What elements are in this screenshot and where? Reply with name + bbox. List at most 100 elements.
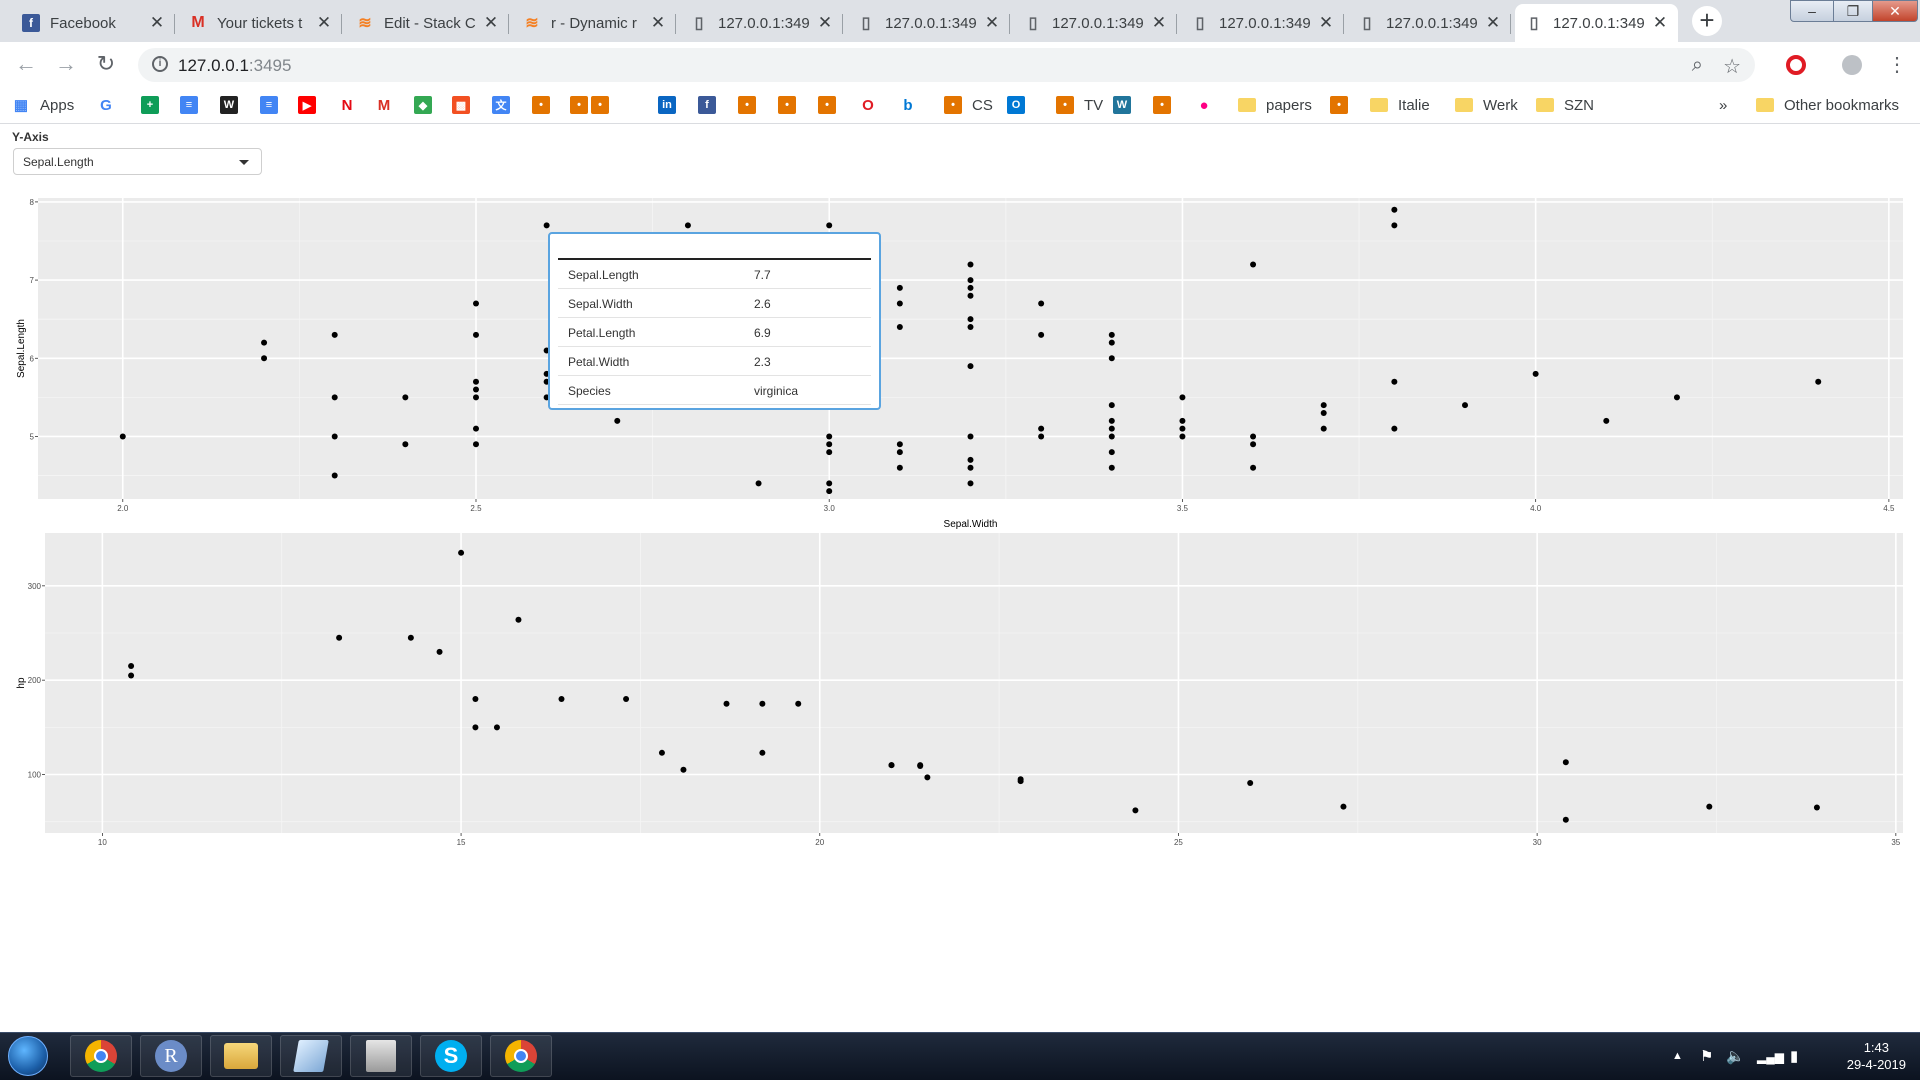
tab-8[interactable]: ▯ 127.0.0.1:349 ✕ [1348, 4, 1511, 42]
data-point [1815, 378, 1822, 385]
data-point [1391, 222, 1398, 229]
tab-4[interactable]: ▯ 127.0.0.1:349 ✕ [680, 4, 843, 42]
minimize-button[interactable]: – [1790, 0, 1834, 22]
bookmark-23[interactable]: O [1007, 95, 1025, 115]
bookmark-25[interactable]: W [1113, 95, 1131, 115]
tab-5[interactable]: ▯ 127.0.0.1:349 ✕ [847, 4, 1010, 42]
new-tab-button[interactable]: + [1692, 6, 1722, 36]
bookmark-10[interactable]: ▩ [452, 95, 470, 115]
mtcars-scatter-plot[interactable]: 10 15 20 25 30 35 100 200 300 mpg hp [0, 525, 1920, 855]
tab-close-icon[interactable]: ✕ [1151, 13, 1167, 33]
bookmark-16[interactable]: f [698, 95, 716, 115]
yaxis-select[interactable]: Sepal.Length [13, 148, 262, 175]
window-close-button[interactable]: ✕ [1872, 0, 1918, 22]
bookmark-6[interactable]: ▶ [298, 95, 316, 115]
start-button[interactable] [8, 1036, 48, 1076]
bookmark-5[interactable]: ≡ [260, 95, 278, 115]
data-point [1340, 803, 1347, 810]
data-point [623, 696, 630, 703]
bookmark-4[interactable]: W [220, 95, 238, 115]
bookmark-20[interactable]: O [859, 95, 877, 115]
bookmark-27[interactable]: ● [1195, 95, 1213, 115]
stackoverflow-icon: ≋ [358, 15, 372, 32]
volume-icon[interactable]: 🔈 [1726, 1047, 1745, 1065]
tab-close-icon[interactable]: ✕ [483, 13, 499, 33]
y-tick-label: 6 [30, 354, 35, 363]
bookmark-21[interactable]: b [899, 95, 917, 115]
taskbar-explorer[interactable] [210, 1035, 272, 1077]
bookmark-17[interactable]: • [738, 95, 756, 115]
taskbar-chrome2[interactable] [490, 1035, 552, 1077]
taskbar-notepad[interactable] [280, 1035, 342, 1077]
data-point [967, 284, 974, 291]
tab-7[interactable]: ▯ 127.0.0.1:349 ✕ [1181, 4, 1344, 42]
url-text[interactable]: 127.0.0.1:3495 [178, 56, 291, 76]
tab-close-icon[interactable]: ✕ [650, 13, 666, 33]
bookmark-3[interactable]: ≡ [180, 95, 198, 115]
taskbar-files[interactable] [350, 1035, 412, 1077]
other-bookmarks-label: Other bookmarks [1784, 96, 1900, 114]
network-icon[interactable]: ▂▄▆ [1757, 1050, 1784, 1064]
tab-separator [842, 14, 843, 34]
data-point [1132, 807, 1139, 814]
bookmark-star-icon[interactable]: ☆ [1723, 54, 1741, 79]
forward-button[interactable]: → [52, 50, 80, 78]
opera-extension-icon[interactable] [1783, 52, 1809, 78]
data-point [261, 339, 268, 346]
flag-icon[interactable]: ⚑ [1700, 1047, 1713, 1065]
tab-2[interactable]: ≋ Edit - Stack C ✕ [346, 4, 509, 42]
tab-close-icon[interactable]: ✕ [817, 13, 833, 33]
bookmark-31[interactable]: Werk [1455, 95, 1518, 115]
profile-avatar[interactable] [1839, 52, 1865, 78]
bookmark-2[interactable]: + [141, 95, 159, 115]
bookmark-14[interactable]: • [591, 95, 609, 115]
tab-close-icon[interactable]: ✕ [316, 13, 332, 33]
bookmark-24[interactable]: • TV [1056, 95, 1103, 115]
bookmark-8[interactable]: M [375, 95, 393, 115]
data-point [967, 464, 974, 471]
tab-9[interactable]: ▯ 127.0.0.1:349 ✕ [1515, 4, 1678, 42]
tab-1[interactable]: M Your tickets t ✕ [179, 4, 342, 42]
netflix-icon: N [338, 96, 356, 114]
bookmark-19[interactable]: • [818, 95, 836, 115]
reload-button[interactable]: ↻ [92, 50, 120, 78]
bookmark-13[interactable]: • [570, 95, 588, 115]
bookmarks-overflow-button[interactable]: » [1719, 95, 1727, 115]
taskbar-skype[interactable]: S [420, 1035, 482, 1077]
maximize-button[interactable]: ❐ [1833, 0, 1873, 22]
tab-3[interactable]: ≋ r - Dynamic r ✕ [513, 4, 676, 42]
back-button[interactable]: ← [12, 50, 40, 78]
bookmark-7[interactable]: N [338, 95, 356, 115]
bookmark-32[interactable]: SZN [1536, 95, 1594, 115]
taskbar-chrome[interactable] [70, 1035, 132, 1077]
tab-0[interactable]: f Facebook ✕ [12, 4, 175, 42]
address-bar[interactable]: i 127.0.0.1:3495 ⌕ ☆ [138, 48, 1755, 82]
bookmark-29[interactable]: • [1330, 95, 1348, 115]
bookmark-28[interactable]: papers [1238, 95, 1312, 115]
bookmark-15[interactable]: in [658, 95, 676, 115]
zoom-icon[interactable]: ⌕ [1692, 54, 1703, 77]
tab-6[interactable]: ▯ 127.0.0.1:349 ✕ [1014, 4, 1177, 42]
data-point [1813, 804, 1820, 811]
bookmark-9[interactable]: ◆ [414, 95, 432, 115]
bookmark-11[interactable]: 文 [492, 95, 510, 115]
bookmark-30[interactable]: Italie [1370, 95, 1430, 115]
system-clock[interactable]: 1:43 29-4-2019 [1847, 1039, 1906, 1073]
bookmark-12[interactable]: • [532, 95, 550, 115]
other-bookmarks[interactable]: Other bookmarks [1756, 95, 1899, 115]
tab-close-icon[interactable]: ✕ [1485, 13, 1501, 33]
bookmark-0[interactable]: ▦ Apps [12, 95, 74, 115]
bookmark-26[interactable]: • [1153, 95, 1171, 115]
taskbar-r[interactable]: R [140, 1035, 202, 1077]
tab-close-icon[interactable]: ✕ [149, 13, 165, 33]
bookmark-1[interactable]: G [97, 95, 115, 115]
tab-close-icon[interactable]: ✕ [1318, 13, 1334, 33]
bookmark-22[interactable]: • CS [944, 95, 993, 115]
tab-close-icon[interactable]: ✕ [984, 13, 1000, 33]
tab-close-icon[interactable]: ✕ [1652, 13, 1668, 33]
show-hidden-icons[interactable]: ▲ [1672, 1050, 1683, 1062]
battery-icon[interactable]: ▮ [1790, 1047, 1798, 1065]
site-info-icon[interactable]: i [152, 56, 168, 72]
menu-dots-icon[interactable]: ⋮ [1884, 52, 1910, 78]
bookmark-18[interactable]: • [778, 95, 796, 115]
